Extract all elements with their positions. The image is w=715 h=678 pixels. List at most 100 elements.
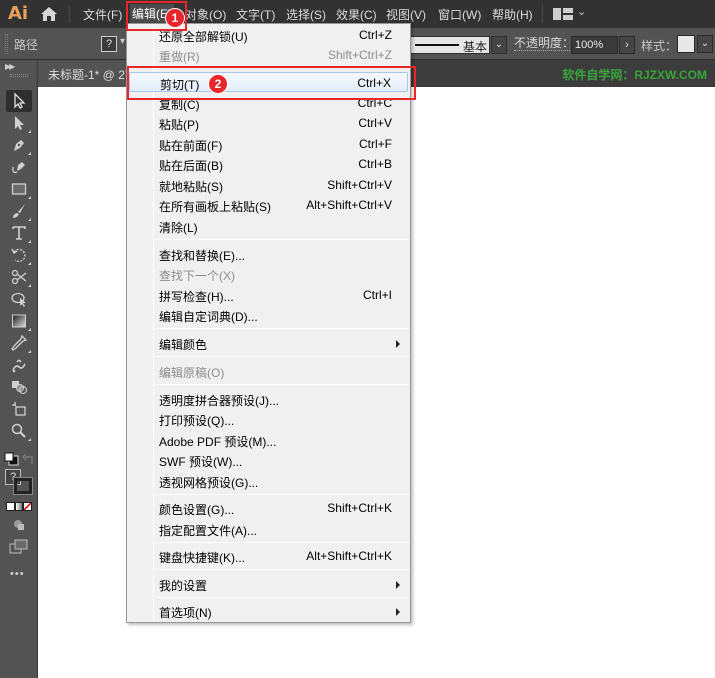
opacity-label[interactable]: 不透明度： bbox=[514, 37, 575, 51]
menu-item-label: 透明度拼合器预设(J)... bbox=[159, 394, 279, 408]
menu-item-keyboard-shortcuts[interactable]: 键盘快捷键(K)... Alt+Shift+Ctrl+K bbox=[129, 546, 408, 566]
curvature-tool[interactable] bbox=[6, 156, 32, 178]
selection-tool[interactable] bbox=[6, 90, 32, 112]
gradient-button[interactable] bbox=[14, 502, 24, 511]
menu-item-shortcut: Ctrl+Z bbox=[359, 28, 392, 42]
menu-item-preferences[interactable]: 首选项(N) bbox=[129, 601, 408, 621]
stroke-profile-label: 基本 bbox=[463, 40, 488, 54]
menu-item-assign-profile[interactable]: 指定配置文件(A)... bbox=[129, 519, 408, 539]
edit-toolbar-button[interactable]: ••• bbox=[10, 568, 25, 580]
scissors-icon bbox=[11, 269, 27, 285]
direct-selection-tool[interactable] bbox=[6, 112, 32, 134]
scissors-tool[interactable] bbox=[6, 266, 32, 288]
menu-item-spell-check[interactable]: 拼写检查(H)... Ctrl+I bbox=[129, 285, 408, 305]
menu-item-edit-colors[interactable]: 编辑颜色 bbox=[129, 333, 408, 353]
menu-divider bbox=[155, 597, 409, 598]
menu-item-my-settings[interactable]: 我的设置 bbox=[129, 574, 408, 594]
stroke-profile-field[interactable]: 基本 bbox=[410, 36, 490, 54]
menu-select[interactable]: 选择(S) bbox=[286, 6, 326, 23]
menu-item-find-next[interactable]: 查找下一个(X) bbox=[129, 264, 408, 284]
menu-object[interactable]: 对象(O) bbox=[185, 6, 226, 23]
menu-item-paste-in-front[interactable]: 贴在前面(F) Ctrl+F bbox=[129, 134, 408, 154]
menu-item-shortcut: Shift+Ctrl+Z bbox=[327, 48, 392, 62]
menu-item-paste[interactable]: 粘贴(P) Ctrl+V bbox=[129, 113, 408, 133]
workspace-layout-icon[interactable] bbox=[553, 8, 573, 20]
chevron-down-icon[interactable]: ▾ bbox=[120, 36, 125, 47]
menu-item-clear[interactable]: 清除(L) bbox=[129, 216, 408, 236]
menu-item-flattener-presets[interactable]: 透明度拼合器预设(J)... bbox=[129, 389, 408, 409]
style-label: 样式： bbox=[641, 39, 678, 53]
none-button[interactable] bbox=[23, 502, 33, 511]
menu-type[interactable]: 文字(T) bbox=[236, 6, 275, 23]
menu-separator bbox=[542, 5, 543, 23]
rotate-tool[interactable] bbox=[6, 244, 32, 266]
menu-item-print-presets[interactable]: 打印预设(Q)... bbox=[129, 409, 408, 429]
type-tool[interactable] bbox=[6, 222, 32, 244]
menu-help[interactable]: 帮助(H) bbox=[492, 6, 533, 23]
menu-window[interactable]: 窗口(W) bbox=[438, 6, 481, 23]
home-icon[interactable] bbox=[39, 5, 59, 23]
paintbrush-tool[interactable] bbox=[6, 200, 32, 222]
menu-item-paste-in-back[interactable]: 贴在后面(B) Ctrl+B bbox=[129, 154, 408, 174]
stroke-profile-dropdown[interactable]: ⌄ bbox=[491, 36, 507, 54]
object-type-label: 路径 bbox=[14, 38, 39, 52]
type-icon bbox=[12, 226, 26, 240]
menu-item-label: 颜色设置(G)... bbox=[159, 503, 235, 517]
swap-fill-stroke-icon[interactable] bbox=[22, 452, 36, 466]
selection-arrow-icon bbox=[14, 92, 26, 109]
stroke-swatch[interactable] bbox=[13, 477, 33, 495]
panel-grip[interactable] bbox=[5, 34, 8, 54]
menu-item-shortcut: Ctrl+V bbox=[358, 116, 392, 130]
panel-grip[interactable] bbox=[10, 74, 28, 77]
shape-builder-icon bbox=[11, 292, 26, 307]
puppet-warp-tool[interactable] bbox=[6, 354, 32, 376]
direct-selection-icon bbox=[15, 116, 24, 130]
menu-item-redo[interactable]: 重做(R) Shift+Ctrl+Z bbox=[129, 45, 408, 65]
menu-item-label: 首选项(N) bbox=[159, 606, 212, 620]
menu-item-shortcut: Alt+Shift+Ctrl+V bbox=[306, 198, 392, 212]
chevron-down-icon[interactable]: ⌄ bbox=[577, 5, 586, 18]
menu-item-label: 查找和替换(E)... bbox=[159, 249, 245, 263]
artboard-tool[interactable] bbox=[6, 398, 32, 420]
shape-builder-tool[interactable] bbox=[6, 288, 32, 310]
style-dropdown[interactable]: ⌄ bbox=[697, 35, 713, 53]
blend-tool[interactable] bbox=[6, 376, 32, 398]
menu-item-color-settings[interactable]: 颜色设置(G)... Shift+Ctrl+K bbox=[129, 498, 408, 518]
document-tab[interactable]: 未标题-1* @ 27 bbox=[38, 60, 138, 87]
eyedropper-icon bbox=[11, 334, 28, 351]
menu-item-swf-presets[interactable]: SWF 预设(W)... bbox=[129, 450, 408, 470]
pen-tool[interactable] bbox=[6, 134, 32, 156]
menu-item-label: 编辑自定词典(D)... bbox=[159, 310, 258, 324]
gradient-icon bbox=[12, 314, 26, 328]
collapse-panel-icon[interactable]: ▶▶ bbox=[5, 62, 15, 71]
screen-mode-icon[interactable] bbox=[9, 539, 29, 555]
menu-separator bbox=[69, 5, 70, 23]
zoom-tool[interactable] bbox=[6, 420, 32, 442]
menu-item-pdf-presets[interactable]: Adobe PDF 预设(M)... bbox=[129, 430, 408, 450]
menu-item-find-replace[interactable]: 查找和替换(E)... bbox=[129, 244, 408, 264]
style-swatch[interactable] bbox=[677, 35, 695, 53]
opacity-input[interactable]: 100% bbox=[571, 36, 618, 54]
menu-divider bbox=[155, 384, 409, 385]
gradient-tool[interactable] bbox=[6, 310, 32, 332]
menu-item-edit-original[interactable]: 编辑原稿(O) bbox=[129, 361, 408, 381]
menu-item-label: SWF 预设(W)... bbox=[159, 455, 243, 469]
default-fill-stroke-icon[interactable] bbox=[4, 452, 20, 466]
draw-mode-icon[interactable] bbox=[12, 518, 26, 532]
menu-effect[interactable]: 效果(C) bbox=[336, 6, 377, 23]
edit-menu-dropdown: 还原全部解锁(U) Ctrl+Z 重做(R) Shift+Ctrl+Z 剪切(T) C… bbox=[126, 23, 411, 623]
color-button[interactable] bbox=[6, 502, 15, 511]
menu-item-label: 查找下一个(X) bbox=[159, 269, 235, 283]
rotate-icon bbox=[11, 248, 26, 263]
menu-item-perspective-grid-presets[interactable]: 透视网格预设(G)... bbox=[129, 471, 408, 491]
eyedropper-tool[interactable] bbox=[6, 332, 32, 354]
menu-item-edit-dictionary[interactable]: 编辑自定词典(D)... bbox=[129, 305, 408, 325]
submenu-arrow-icon bbox=[396, 340, 400, 348]
menu-view[interactable]: 视图(V) bbox=[386, 6, 426, 23]
chevron-right-icon[interactable]: › bbox=[619, 36, 635, 54]
rectangle-tool[interactable] bbox=[6, 178, 32, 200]
menu-file[interactable]: 文件(F) bbox=[83, 6, 122, 23]
fill-unknown-swatch[interactable]: ? bbox=[101, 36, 117, 52]
menu-item-paste-in-place[interactable]: 就地粘贴(S) Shift+Ctrl+V bbox=[129, 175, 408, 195]
menu-item-paste-on-all-artboards[interactable]: 在所有画板上粘贴(S) Alt+Shift+Ctrl+V bbox=[129, 195, 408, 215]
